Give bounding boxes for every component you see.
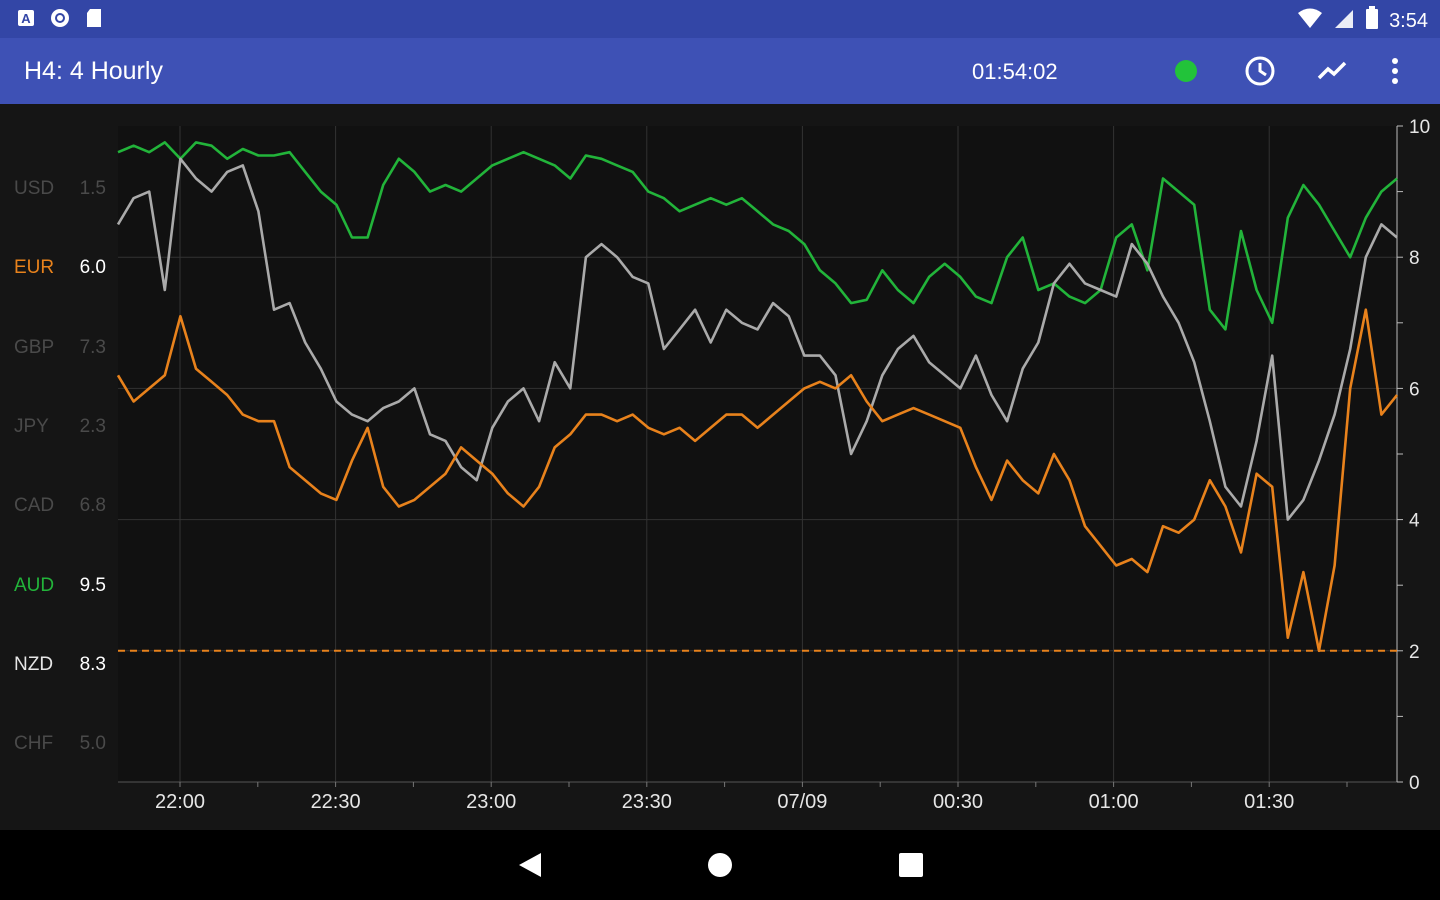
connection-status-indicator [1175, 60, 1197, 82]
y-tick-label: 2 [1409, 642, 1420, 663]
chart-type-button[interactable] [1314, 53, 1350, 89]
clock-time: 3:54 [1389, 9, 1428, 32]
app-a-icon: A [16, 8, 36, 28]
x-tick-label: 23:00 [466, 791, 516, 813]
app-bar: H4: 4 Hourly 01:54:02 [0, 38, 1440, 104]
x-tick-label: 01:00 [1089, 791, 1139, 813]
status-bar: A 3:54 [0, 0, 1440, 38]
clock-icon [1245, 56, 1275, 86]
battery-icon [1365, 6, 1379, 36]
sd-card-icon [84, 8, 104, 28]
y-tick-label: 8 [1409, 248, 1420, 269]
y-tick-label: 10 [1409, 117, 1430, 138]
circle-target-icon [50, 8, 70, 28]
chart-area: USD 1.5 EUR 6.0 GBP 7.3 JPY 2.3 CAD 6.8 AUD 9.5 NZD 8… [0, 104, 1440, 830]
back-button[interactable] [512, 847, 548, 883]
page-title: H4: 4 Hourly [24, 57, 163, 85]
svg-text:A: A [21, 11, 31, 26]
y-tick-label: 0 [1409, 773, 1420, 794]
navigation-bar [0, 830, 1440, 900]
overflow-menu-button[interactable] [1377, 53, 1413, 89]
recents-icon [899, 853, 923, 877]
timeframe-button[interactable] [1242, 53, 1278, 89]
x-tick-label: 07/09 [777, 791, 827, 813]
more-vert-icon [1392, 58, 1398, 84]
x-tick-label: 01:30 [1244, 791, 1294, 813]
strength-chart: 22:00 22:30 23:00 23:30 07/09 00:30 01:00 01:30… [116, 117, 1430, 813]
x-tick-label: 22:30 [311, 791, 361, 813]
x-tick-label: 23:30 [622, 791, 672, 813]
home-button[interactable] [702, 847, 738, 883]
plot-background [118, 126, 1397, 782]
x-tick-label: 22:00 [155, 791, 205, 813]
y-tick-label: 4 [1409, 511, 1420, 532]
recents-button[interactable] [893, 847, 929, 883]
y-tick-label: 6 [1409, 379, 1420, 400]
trend-line-icon [1317, 61, 1347, 80]
x-tick-label: 00:30 [933, 791, 983, 813]
wifi-icon [1297, 7, 1323, 35]
signal-icon [1333, 7, 1355, 35]
countdown-timer: 01:54:02 [972, 59, 1058, 84]
back-icon [519, 853, 541, 877]
home-icon [708, 853, 732, 877]
